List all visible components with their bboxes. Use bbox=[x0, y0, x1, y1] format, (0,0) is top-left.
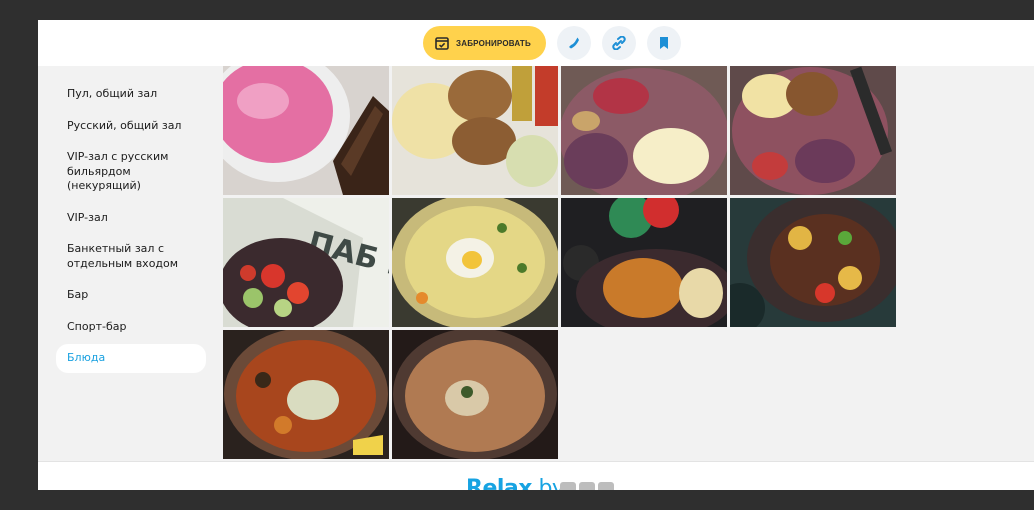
hall-menu: Пул, общий зал Русский, общий зал VIP-за… bbox=[56, 80, 206, 376]
book-button[interactable]: ЗАБРОНИРОВАТЬ bbox=[423, 26, 546, 60]
sidebar-item-banquet-hall[interactable]: Банкетный зал с отдельным входом bbox=[56, 235, 206, 278]
top-bar: ЗАБРОНИРОВАТЬ bbox=[38, 20, 1034, 66]
footer: Relax.by bbox=[38, 461, 1034, 490]
gallery-photo[interactable]: ПАБ К bbox=[223, 198, 389, 327]
social-links bbox=[560, 482, 614, 490]
tiktok-icon[interactable] bbox=[598, 482, 614, 490]
gallery-photo[interactable] bbox=[392, 330, 558, 459]
gallery-photo[interactable] bbox=[730, 66, 896, 195]
page: ЗАБРОНИРОВАТЬ Пул, общий зал Русский, об… bbox=[38, 20, 1034, 490]
instagram-icon[interactable] bbox=[560, 482, 576, 490]
logo-text: Relax bbox=[466, 476, 532, 490]
gallery-photo[interactable] bbox=[392, 66, 558, 195]
gallery-photo[interactable] bbox=[730, 198, 896, 327]
sidebar-item-bar[interactable]: Бар bbox=[56, 281, 206, 310]
sidebar-item-sport-bar[interactable]: Спорт-бар bbox=[56, 313, 206, 342]
gallery-photo[interactable] bbox=[223, 66, 389, 195]
gallery-photo[interactable] bbox=[561, 198, 727, 327]
action-buttons: ЗАБРОНИРОВАТЬ bbox=[423, 26, 681, 60]
sidebar-item-pool-hall[interactable]: Пул, общий зал bbox=[56, 80, 206, 109]
sidebar-item-vip-hall[interactable]: VIP-зал bbox=[56, 204, 206, 233]
telegram-icon[interactable] bbox=[579, 482, 595, 490]
book-button-label: ЗАБРОНИРОВАТЬ bbox=[456, 38, 531, 48]
sidebar-item-russian-hall[interactable]: Русский, общий зал bbox=[56, 112, 206, 141]
site-logo[interactable]: Relax.by bbox=[466, 476, 565, 490]
calendar-check-icon bbox=[435, 36, 449, 50]
phone-button[interactable] bbox=[557, 26, 591, 60]
bookmark-button[interactable] bbox=[647, 26, 681, 60]
gallery-photo[interactable] bbox=[223, 330, 389, 459]
link-icon bbox=[612, 36, 626, 50]
sidebar-item-vip-russian-billiards[interactable]: VIP-зал с русским бильярдом (некурящий) bbox=[56, 143, 206, 201]
gallery-photo[interactable] bbox=[392, 198, 558, 327]
share-link-button[interactable] bbox=[602, 26, 636, 60]
phone-icon bbox=[567, 36, 581, 50]
bookmark-icon bbox=[658, 36, 670, 50]
gallery-photo[interactable] bbox=[561, 66, 727, 195]
sidebar-item-dishes[interactable]: Блюда bbox=[56, 344, 206, 373]
photo-gallery: ПАБ К bbox=[223, 66, 896, 459]
